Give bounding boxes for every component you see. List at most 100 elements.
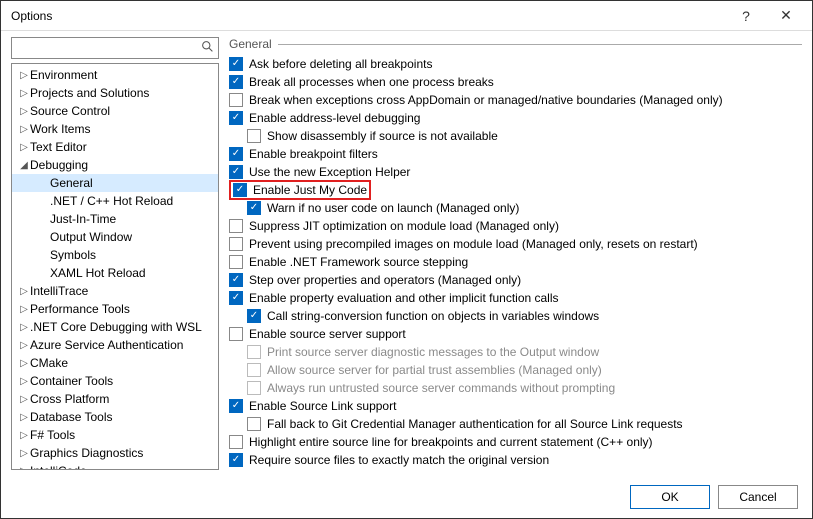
tree-node-label: Work Items bbox=[30, 122, 90, 136]
checkbox[interactable] bbox=[229, 57, 243, 71]
checkbox[interactable] bbox=[229, 453, 243, 467]
option-label: Break all processes when one process bre… bbox=[249, 75, 494, 89]
chevron-right-icon[interactable]: ▷ bbox=[18, 304, 30, 315]
option-label: Enable breakpoint filters bbox=[249, 147, 378, 161]
option-row[interactable]: Use the new Exception Helper bbox=[229, 163, 796, 181]
close-button[interactable]: ✕ bbox=[766, 2, 806, 30]
checkbox[interactable] bbox=[229, 93, 243, 107]
tree-node-label: Source Control bbox=[30, 104, 110, 118]
option-row[interactable]: Prevent using precompiled images on modu… bbox=[229, 235, 796, 253]
tree-node-label: CMake bbox=[30, 356, 68, 370]
tree-node[interactable]: ▷Source Control bbox=[12, 102, 218, 120]
chevron-right-icon[interactable]: ▷ bbox=[18, 376, 30, 387]
option-row[interactable]: Enable breakpoint filters bbox=[229, 145, 796, 163]
option-label: Step over properties and operators (Mana… bbox=[249, 273, 521, 287]
checkbox[interactable] bbox=[247, 129, 261, 143]
search-input[interactable] bbox=[16, 39, 201, 57]
tree-node[interactable]: Symbols bbox=[12, 246, 218, 264]
tree-node[interactable]: ▷CMake bbox=[12, 354, 218, 372]
chevron-right-icon[interactable]: ▷ bbox=[18, 70, 30, 81]
option-row[interactable]: Call string-conversion function on objec… bbox=[229, 307, 796, 325]
tree-node[interactable]: ▷F# Tools bbox=[12, 426, 218, 444]
chevron-right-icon[interactable]: ▷ bbox=[18, 430, 30, 441]
chevron-right-icon[interactable]: ▷ bbox=[18, 322, 30, 333]
tree-node[interactable]: General bbox=[12, 174, 218, 192]
chevron-right-icon[interactable]: ▷ bbox=[18, 394, 30, 405]
checkbox[interactable] bbox=[229, 237, 243, 251]
tree-node[interactable]: ▷Performance Tools bbox=[12, 300, 218, 318]
tree-node[interactable]: ▷Environment bbox=[12, 66, 218, 84]
option-row[interactable]: Break all processes when one process bre… bbox=[229, 73, 796, 91]
tree-node-label: Text Editor bbox=[30, 140, 87, 154]
checkbox[interactable] bbox=[247, 201, 261, 215]
chevron-right-icon[interactable]: ▷ bbox=[18, 142, 30, 153]
tree-node[interactable]: ▷IntelliCode bbox=[12, 462, 218, 470]
tree-node[interactable]: XAML Hot Reload bbox=[12, 264, 218, 282]
ok-button-label: OK bbox=[661, 490, 678, 504]
tree-node[interactable]: ▷Container Tools bbox=[12, 372, 218, 390]
option-row[interactable]: Enable property evaluation and other imp… bbox=[229, 289, 796, 307]
checkbox[interactable] bbox=[229, 291, 243, 305]
checkbox[interactable] bbox=[229, 255, 243, 269]
checkbox[interactable] bbox=[229, 111, 243, 125]
help-button[interactable]: ? bbox=[726, 2, 766, 30]
tree-node[interactable]: ▷Text Editor bbox=[12, 138, 218, 156]
chevron-right-icon[interactable]: ▷ bbox=[18, 106, 30, 117]
checkbox[interactable] bbox=[229, 219, 243, 233]
chevron-right-icon[interactable]: ▷ bbox=[18, 466, 30, 471]
option-row[interactable]: Ask before deleting all breakpoints bbox=[229, 55, 796, 73]
option-row[interactable]: Enable Just My Code bbox=[229, 181, 796, 199]
chevron-right-icon[interactable]: ▷ bbox=[18, 358, 30, 369]
option-row[interactable]: Highlight entire source line for breakpo… bbox=[229, 433, 796, 451]
tree-node[interactable]: Output Window bbox=[12, 228, 218, 246]
chevron-right-icon[interactable]: ▷ bbox=[18, 286, 30, 297]
checkbox[interactable] bbox=[247, 417, 261, 431]
checkbox[interactable] bbox=[229, 327, 243, 341]
checkbox[interactable] bbox=[233, 183, 247, 197]
tree-node[interactable]: ◢Debugging bbox=[12, 156, 218, 174]
checkbox[interactable] bbox=[229, 273, 243, 287]
option-row[interactable]: Show disassembly if source is not availa… bbox=[229, 127, 796, 145]
checkbox[interactable] bbox=[247, 309, 261, 323]
chevron-right-icon[interactable]: ▷ bbox=[18, 124, 30, 135]
chevron-right-icon[interactable]: ▷ bbox=[18, 412, 30, 423]
chevron-right-icon[interactable]: ▷ bbox=[18, 448, 30, 459]
option-row: Allow source server for partial trust as… bbox=[229, 361, 796, 379]
chevron-down-icon[interactable]: ◢ bbox=[18, 160, 30, 171]
option-row[interactable]: Require source files to exactly match th… bbox=[229, 451, 796, 469]
cancel-button[interactable]: Cancel bbox=[718, 485, 798, 509]
tree-node[interactable]: ▷IntelliTrace bbox=[12, 282, 218, 300]
option-row[interactable]: Fall back to Git Credential Manager auth… bbox=[229, 415, 796, 433]
chevron-right-icon[interactable]: ▷ bbox=[18, 340, 30, 351]
option-row[interactable]: Suppress JIT optimization on module load… bbox=[229, 217, 796, 235]
tree-node[interactable]: .NET / C++ Hot Reload bbox=[12, 192, 218, 210]
tree-node[interactable]: ▷Azure Service Authentication bbox=[12, 336, 218, 354]
ok-button[interactable]: OK bbox=[630, 485, 710, 509]
tree-node[interactable]: ▷Projects and Solutions bbox=[12, 84, 218, 102]
tree-node[interactable]: ▷Graphics Diagnostics bbox=[12, 444, 218, 462]
option-row[interactable]: Redirect all Output Window text to the I… bbox=[229, 469, 796, 470]
checkbox[interactable] bbox=[229, 435, 243, 449]
option-row[interactable]: Enable source server support bbox=[229, 325, 796, 343]
search-box[interactable] bbox=[11, 37, 219, 59]
tree-node[interactable]: ▷.NET Core Debugging with WSL bbox=[12, 318, 218, 336]
tree-node[interactable]: Just-In-Time bbox=[12, 210, 218, 228]
tree-node[interactable]: ▷Database Tools bbox=[12, 408, 218, 426]
option-label: Ask before deleting all breakpoints bbox=[249, 57, 432, 71]
option-row[interactable]: Enable address-level debugging bbox=[229, 109, 796, 127]
checkbox[interactable] bbox=[229, 75, 243, 89]
checkbox[interactable] bbox=[229, 147, 243, 161]
options-list[interactable]: Ask before deleting all breakpoints Break… bbox=[229, 55, 802, 470]
checkbox[interactable] bbox=[229, 399, 243, 413]
checkbox[interactable] bbox=[229, 165, 243, 179]
option-row[interactable]: Enable .NET Framework source stepping bbox=[229, 253, 796, 271]
tree-node-label: IntelliCode bbox=[30, 464, 87, 470]
tree-node[interactable]: ▷Work Items bbox=[12, 120, 218, 138]
chevron-right-icon[interactable]: ▷ bbox=[18, 88, 30, 99]
category-tree[interactable]: ▷Environment▷Projects and Solutions▷Sour… bbox=[11, 63, 219, 470]
tree-node[interactable]: ▷Cross Platform bbox=[12, 390, 218, 408]
option-row[interactable]: Warn if no user code on launch (Managed … bbox=[229, 199, 796, 217]
option-row[interactable]: Enable Source Link support bbox=[229, 397, 796, 415]
option-row[interactable]: Step over properties and operators (Mana… bbox=[229, 271, 796, 289]
option-row[interactable]: Break when exceptions cross AppDomain or… bbox=[229, 91, 796, 109]
